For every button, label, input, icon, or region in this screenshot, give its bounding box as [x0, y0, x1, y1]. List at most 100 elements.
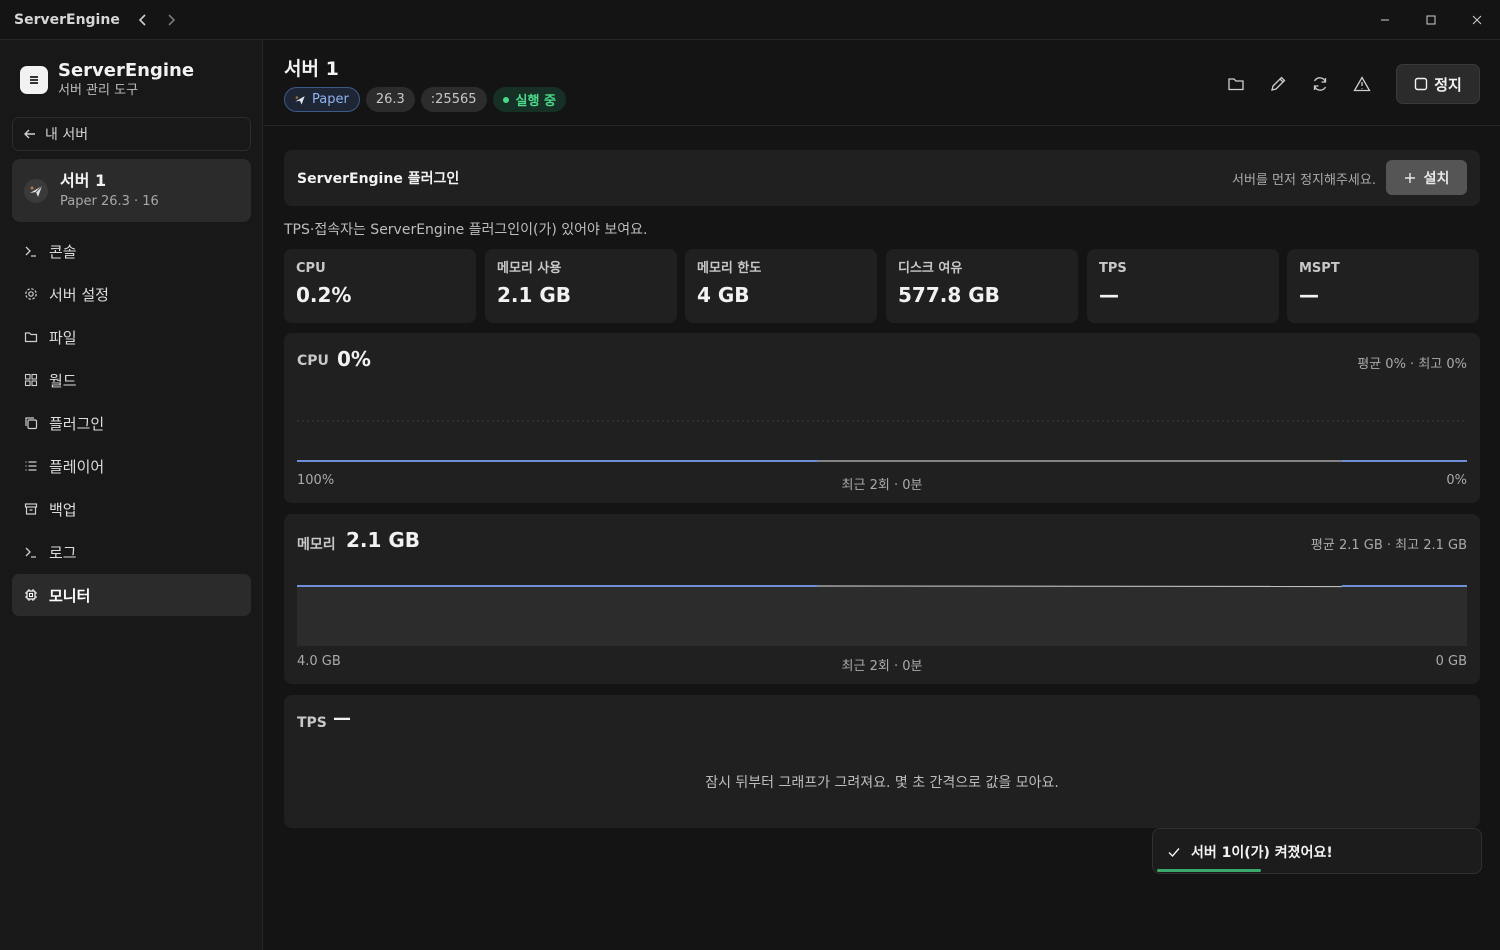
cpu-line-chart: [297, 420, 1467, 462]
status-badge-label: 실행 중: [515, 94, 556, 109]
sidebar-item-console[interactable]: 콘솔: [12, 230, 251, 272]
status-dot-icon: [502, 96, 509, 103]
folder-icon: [1228, 78, 1244, 91]
sidebar-item-logs[interactable]: 로그: [12, 531, 251, 573]
stat-label: 디스크 여유: [898, 261, 963, 276]
sidebar-item-label: 서버 설정: [49, 285, 109, 304]
brand: ServerEngine 서버 관리 도구: [20, 60, 194, 100]
close-icon: [1472, 15, 1482, 25]
status-badge: 실행 중: [492, 87, 566, 112]
warning-icon: [1353, 76, 1371, 92]
back-nav-button[interactable]: [132, 9, 154, 31]
warning-button[interactable]: [1342, 64, 1382, 104]
memory-area-chart: [297, 585, 1467, 646]
sidebar-item-label: 플레이어: [49, 457, 105, 476]
memory-area-fill: [297, 586, 1467, 646]
grid-icon: [24, 373, 38, 387]
sidebar-item-label: 모니터: [49, 586, 91, 605]
memory-series-line: [817, 585, 1342, 588]
paper-logo-icon: [295, 95, 305, 105]
stop-square-icon: [1414, 77, 1428, 91]
graph-min-label: 0%: [1446, 473, 1467, 488]
open-folder-button[interactable]: [1216, 64, 1256, 104]
server-card-name: 서버 1: [60, 170, 107, 190]
stat-label: 메모리 한도: [697, 261, 762, 276]
graph-current-value: 2.1 GB: [346, 528, 421, 552]
chevron-left-icon: [138, 13, 146, 26]
cpu-graph-panel: CPU 0% 평균 0% · 최고 0% 100% 최근 2회 · 0분 0%: [284, 333, 1480, 503]
memory-graph-panel: 메모리 2.1 GB 평균 2.1 GB · 최고 2.1 GB 4.0 GB …: [284, 514, 1480, 684]
plugin-panel: ServerEngine 플러그인 서버를 먼저 정지해주세요. 설치: [284, 150, 1480, 206]
graph-empty-message: 잠시 뒤부터 그래프가 그려져요. 몇 초 간격으로 값을 모아요.: [705, 775, 1059, 791]
terminal-icon: [25, 547, 36, 558]
stat-label: CPU: [296, 261, 326, 276]
sidebar-item-worlds[interactable]: 월드: [12, 359, 251, 401]
pencil-icon: [1271, 76, 1286, 91]
stat-card-memory-limit: 메모리 한도 4 GB: [685, 249, 877, 323]
sidebar-item-backup[interactable]: 백업: [12, 488, 251, 530]
page-title: 서버 1: [284, 58, 339, 80]
forward-nav-button[interactable]: [160, 9, 182, 31]
maximize-icon: [1426, 15, 1436, 25]
plugin-title: ServerEngine 플러그인: [297, 171, 460, 187]
sidebar-item-server-settings[interactable]: 서버 설정: [12, 273, 251, 315]
stat-value: 4 GB: [697, 283, 750, 307]
sidebar-item-label: 파일: [49, 328, 77, 347]
sidebar-item-players[interactable]: 플레이어: [12, 445, 251, 487]
menu-icon: [20, 66, 48, 94]
toast-notification[interactable]: 서버 1이(가) 켜졌어요!: [1152, 828, 1482, 874]
brand-subtitle: 서버 관리 도구: [58, 83, 139, 98]
check-icon: [1168, 848, 1180, 858]
plus-icon: [1404, 172, 1415, 183]
archive-icon: [24, 503, 38, 515]
stat-card-cpu: CPU 0.2%: [284, 249, 476, 323]
chevron-right-icon: [168, 13, 175, 26]
sidebar-item-plugins[interactable]: 플러그인: [12, 402, 251, 444]
stat-value: 2.1 GB: [497, 283, 572, 307]
install-button[interactable]: 설치: [1386, 160, 1467, 195]
current-server-card[interactable]: 서버 1 Paper 26.3 · 16: [12, 159, 251, 222]
graph-window-label: 최근 2회 · 0분: [841, 659, 923, 674]
close-button[interactable]: [1454, 0, 1500, 40]
stat-card-disk-free: 디스크 여유 577.8 GB: [886, 249, 1078, 323]
graph-summary: 평균 0% · 최고 0%: [1357, 357, 1467, 372]
paper-logo-icon: [24, 178, 48, 203]
maximize-button[interactable]: [1408, 0, 1454, 40]
sidebar-item-label: 월드: [49, 371, 77, 390]
stat-value: 577.8 GB: [898, 283, 1000, 307]
stat-value: —: [1299, 283, 1319, 307]
sidebar-item-label: 플러그인: [49, 414, 105, 433]
stop-button[interactable]: 정지: [1396, 64, 1480, 104]
sidebar: ServerEngine 서버 관리 도구 내 서버 서버 1 Paper 26…: [0, 40, 263, 950]
server-card-meta: Paper 26.3 · 16: [60, 193, 159, 209]
install-button-label: 설치: [1423, 170, 1450, 187]
version-badge: 26.3: [365, 87, 415, 112]
stat-label: MSPT: [1299, 261, 1340, 276]
stop-button-label: 정지: [1434, 75, 1462, 94]
sidebar-item-label: 로그: [49, 543, 77, 562]
sidebar-item-files[interactable]: 파일: [12, 316, 251, 358]
edit-button[interactable]: [1258, 64, 1298, 104]
plugin-hint: 서버를 먼저 정지해주세요.: [1232, 173, 1376, 188]
tps-graph-panel: TPS — 잠시 뒤부터 그래프가 그려져요. 몇 초 간격으로 값을 모아요.: [284, 695, 1480, 828]
main-content: 서버 1 Paper 26.3 :25565 실행 중 정지 ServerEng…: [264, 40, 1500, 950]
arrow-left-icon: [24, 129, 35, 139]
software-badge-label: Paper: [312, 92, 349, 107]
sidebar-nav: 콘솔 서버 설정 파일 월드 플러그인 플레이어 백업 로그 모니터: [12, 230, 251, 617]
refresh-icon: [1313, 77, 1327, 91]
stat-label: 메모리 사용: [497, 261, 562, 276]
minimize-button[interactable]: [1362, 0, 1408, 40]
copy-icon: [25, 417, 38, 430]
terminal-icon: [25, 246, 36, 257]
stat-card-memory-used: 메모리 사용 2.1 GB: [485, 249, 677, 323]
toast-message: 서버 1이(가) 켜졌어요!: [1191, 845, 1333, 861]
my-servers-button[interactable]: 내 서버: [12, 117, 251, 151]
sidebar-item-monitor[interactable]: 모니터: [12, 574, 251, 616]
graph-current-value: —: [333, 708, 351, 729]
graph-label: 메모리: [297, 537, 336, 553]
list-icon: [25, 461, 37, 471]
toast-progress-bar: [1157, 869, 1261, 872]
stat-value: 0.2%: [296, 283, 352, 307]
sidebar-item-label: 백업: [49, 500, 77, 519]
restart-button[interactable]: [1300, 64, 1340, 104]
